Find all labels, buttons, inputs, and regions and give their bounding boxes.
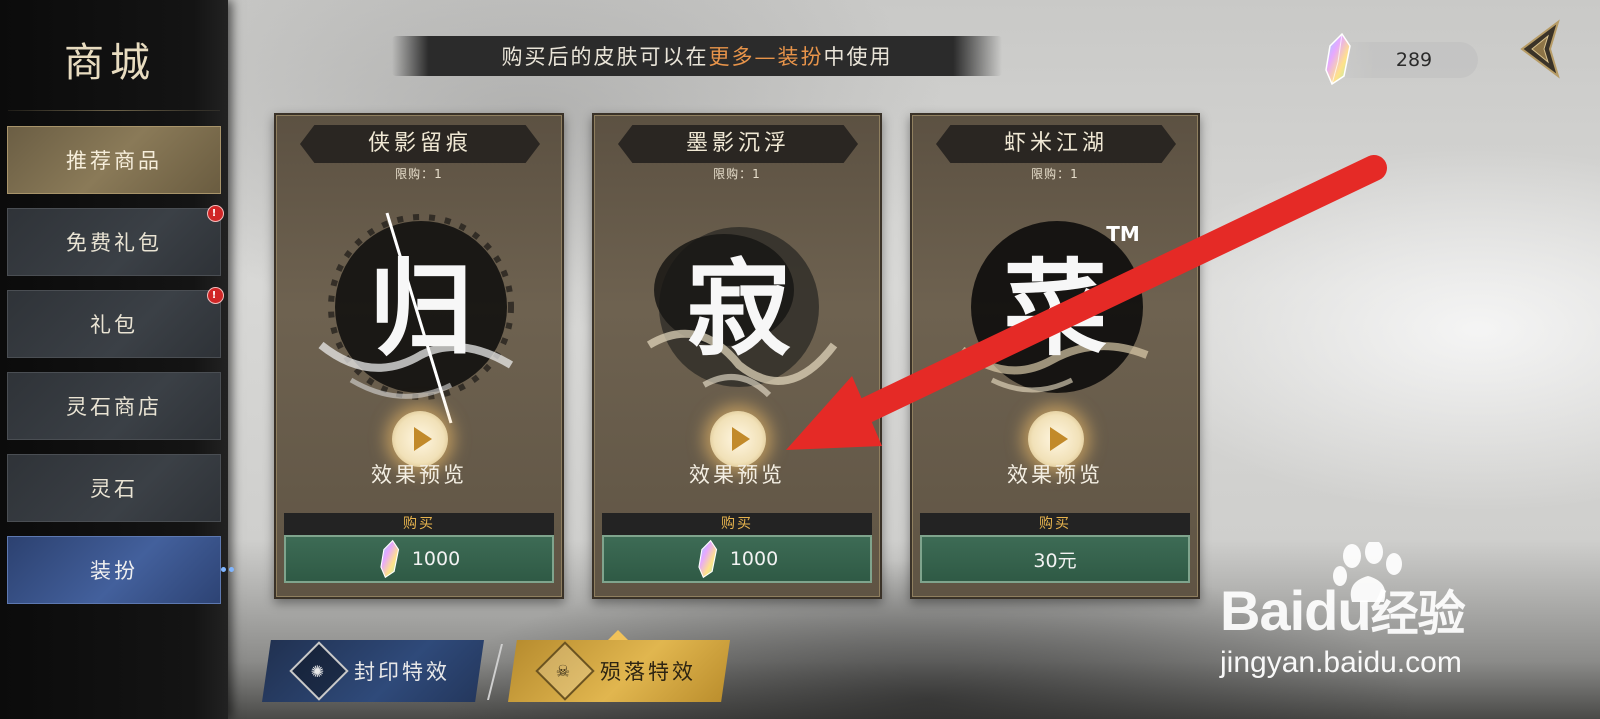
tab-seal-effect[interactable]: ✺ 封印特效 [262, 640, 484, 702]
notification-badge: ! [207, 287, 224, 304]
shop-sidebar: 商城 推荐商品 免费礼包 ! 礼包 ! 灵石商店 灵石 装扮 [0, 0, 234, 719]
buy-label: 购买 [602, 513, 872, 535]
sidebar-item-label: 灵石 [90, 477, 138, 501]
purchase-limit: 限购：1 [1031, 167, 1079, 181]
active-tab-indicator [608, 630, 628, 640]
sidebar-title: 商城 [64, 40, 156, 86]
currency-display: 289 [1325, 32, 1478, 86]
price-value: 1000 [411, 548, 461, 570]
currency-amount: 289 [1395, 49, 1433, 71]
skin-art-image: 归 [318, 212, 514, 424]
price-value: 30元 [1033, 549, 1077, 572]
watermark-brand-text: Baidu经验 [1220, 574, 1466, 644]
sidebar-item-free-gift[interactable]: 免费礼包 ! [7, 205, 224, 276]
trademark-mark: TM [1106, 222, 1140, 246]
crystal-gem-icon [698, 539, 717, 579]
tab-divider [487, 644, 503, 700]
baidu-jingyan-watermark: Baidu经验 jingyan.baidu.com [1220, 542, 1580, 690]
back-button[interactable] [1514, 18, 1566, 80]
product-card: 虾米江湖 限购：1 菜 TM 效果预览 购买 30元 [910, 113, 1200, 599]
watermark-brand-cn: 经验 [1370, 586, 1466, 642]
sidebar-item-label: 灵石商店 [66, 395, 162, 419]
effect-preview-label: 效果预览 [1007, 463, 1103, 487]
buy-price-button[interactable]: 1000 [602, 535, 872, 583]
sidebar-item-label: 装扮 [90, 559, 138, 583]
product-card: 侠影留痕 限购：1 归 效果预览 购买 1000 [274, 113, 564, 599]
notification-badge: ! [207, 205, 224, 222]
tab-label: 封印特效 [354, 660, 450, 684]
skull-emblem-icon: ☠ [535, 641, 595, 701]
tab-label: 殒落特效 [600, 660, 696, 684]
selection-indicator-dots [221, 567, 234, 572]
effect-category-tabs: ✺ 封印特效 ☠ 殒落特效 [262, 640, 742, 706]
price-value: 1000 [729, 548, 779, 570]
skin-art-character: 寂 [687, 247, 791, 370]
watermark-brand-latin2: du [1304, 579, 1371, 642]
purchase-limit: 限购：1 [713, 167, 761, 181]
effect-preview-label: 效果预览 [689, 463, 785, 487]
tab-fall-effect[interactable]: ☠ 殒落特效 [508, 640, 730, 702]
sidebar-item-label: 免费礼包 [66, 231, 162, 255]
crystal-gem-icon [1325, 32, 1351, 86]
buy-price-button[interactable]: 1000 [284, 535, 554, 583]
sidebar-item-label: 礼包 [90, 313, 138, 337]
seal-emblem-icon: ✺ [289, 641, 349, 701]
buy-label: 购买 [284, 513, 554, 535]
watermark-brand-latin: Bai [1220, 579, 1305, 642]
skin-art-character: 菜 [1003, 247, 1107, 370]
sidebar-item-outfit[interactable]: 装扮 [7, 536, 234, 604]
sidebar-item-spirit-stone-shop[interactable]: 灵石商店 [7, 372, 221, 440]
watermark-url: jingyan.baidu.com [1220, 646, 1462, 679]
buy-label: 购买 [920, 513, 1190, 535]
skin-art-image: 菜 TM [959, 221, 1149, 393]
banner-text-suffix: 中使用 [823, 45, 893, 69]
banner-text-prefix: 购买后的皮肤可以在 [501, 45, 709, 69]
skin-art-image: 寂 [646, 227, 838, 398]
sidebar-item-label: 推荐商品 [66, 149, 162, 173]
sidebar-item-recommended[interactable]: 推荐商品 [7, 126, 221, 194]
sidebar-item-spirit-stone[interactable]: 灵石 [7, 454, 221, 522]
buy-price-button[interactable]: 30元 [920, 535, 1190, 583]
product-card: 墨影沉浮 限购：1 寂 效果预览 购买 1000 [592, 113, 882, 599]
product-name: 虾米江湖 [936, 125, 1176, 163]
effect-preview-label: 效果预览 [371, 463, 467, 487]
banner-text-highlight: 更多—装扮 [708, 45, 824, 69]
info-banner: 购买后的皮肤可以在 更多—装扮 中使用 [392, 36, 1002, 76]
product-name: 侠影留痕 [300, 125, 540, 163]
sidebar-item-gift-pack[interactable]: 礼包 ! [7, 287, 224, 358]
sidebar-divider [8, 110, 220, 111]
skin-art-character: 归 [369, 247, 473, 370]
product-name: 墨影沉浮 [618, 125, 858, 163]
crystal-gem-icon [380, 539, 399, 579]
purchase-limit: 限购：1 [395, 167, 443, 181]
